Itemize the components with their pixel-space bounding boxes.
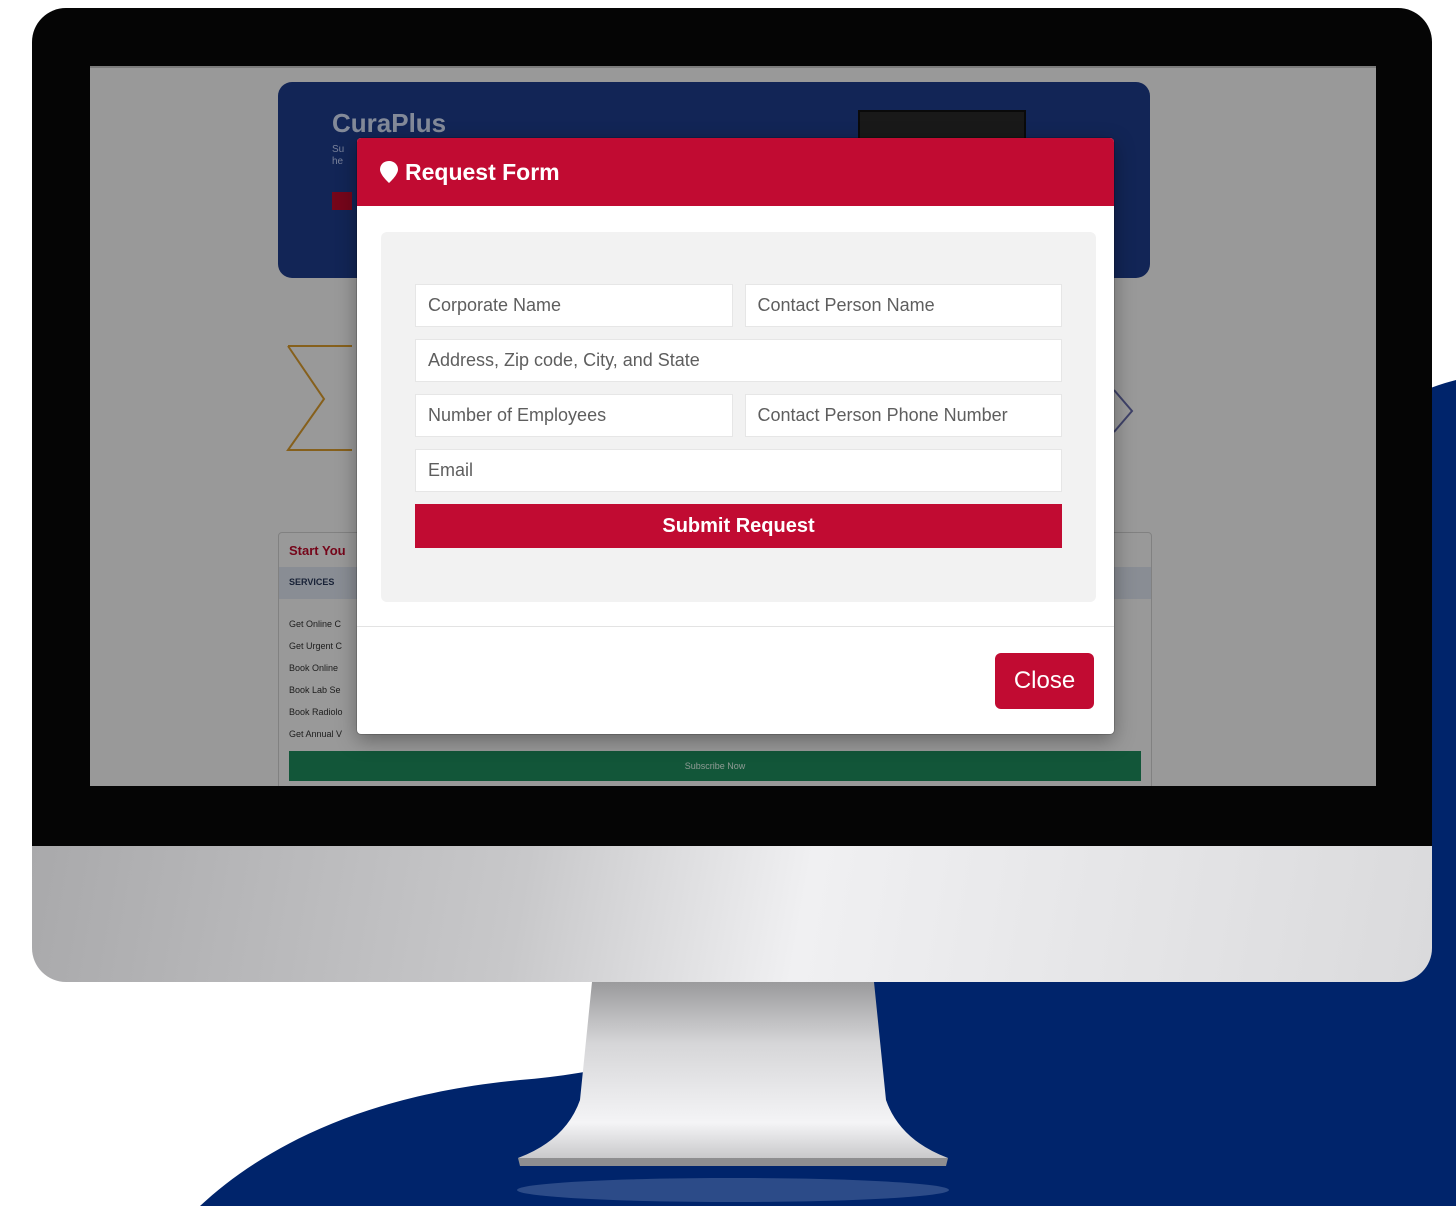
email-input[interactable]	[415, 449, 1062, 492]
form-row	[415, 449, 1062, 492]
form-row	[415, 339, 1062, 382]
submit-request-button[interactable]: Submit Request	[415, 504, 1062, 548]
contact-person-phone-input[interactable]	[744, 394, 1062, 437]
number-of-employees-input[interactable]	[415, 394, 733, 437]
modal-title: Request Form	[405, 158, 560, 185]
monitor-screen: CuraPlus Su he Start You SERVICES Get On…	[90, 66, 1376, 786]
contact-person-name-input[interactable]	[744, 284, 1062, 327]
form-row	[415, 284, 1062, 327]
modal-footer-divider	[357, 626, 1114, 627]
form-fields: Submit Request	[415, 284, 1062, 548]
modal-header: Request Form	[357, 138, 1114, 206]
request-form: Submit Request	[381, 232, 1096, 602]
modal-body: Submit Request	[357, 206, 1114, 602]
close-button[interactable]: Close	[995, 653, 1094, 709]
corporate-name-input[interactable]	[415, 284, 733, 327]
address-input[interactable]	[415, 339, 1062, 382]
request-form-modal: Request Form Corporate Name Contact Pers…	[357, 138, 1114, 734]
map-pin-icon	[380, 161, 398, 183]
monitor-chin	[32, 846, 1432, 982]
form-row	[415, 394, 1062, 437]
